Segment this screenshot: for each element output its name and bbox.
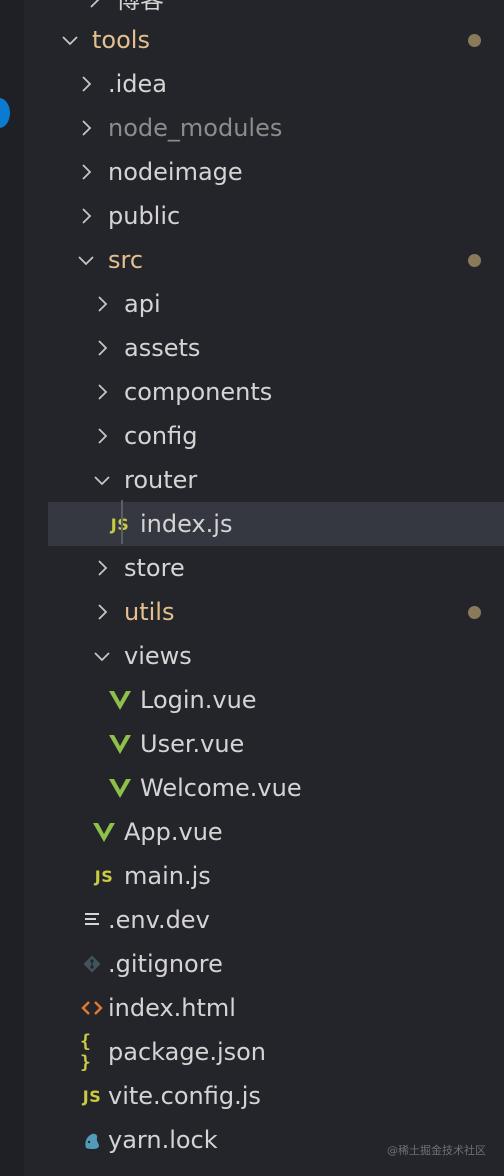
tree-folder-row[interactable]: utils <box>48 590 504 634</box>
vue-icon <box>92 821 116 843</box>
tree-item-label: index.js <box>140 510 233 538</box>
tree-item-label: Welcome.vue <box>140 774 302 802</box>
tree-item-label: node_modules <box>108 114 283 142</box>
tree-file-row[interactable]: JS vite.config.js <box>48 1074 504 1118</box>
tree-folder-row[interactable]: api <box>48 282 504 326</box>
tree-item-label: router <box>124 466 198 494</box>
watermark: @稀土掘金技术社区 <box>387 1144 486 1157</box>
tree-item-label: User.vue <box>140 730 245 758</box>
tree-item-label: config <box>124 422 198 450</box>
chevron-right-icon <box>76 74 96 94</box>
chevron-right-icon <box>92 338 112 358</box>
tree-file-row[interactable]: JS index.js <box>48 502 504 546</box>
tree-item-label: 博客 <box>116 0 164 14</box>
tree-file-row[interactable]: App.vue <box>48 810 504 854</box>
env-file-icon <box>80 909 104 931</box>
vue-icon <box>108 689 132 711</box>
tree-item-label: public <box>108 202 181 230</box>
tree-folder-row[interactable]: .idea <box>48 62 504 106</box>
tree-item-label: views <box>124 642 192 670</box>
js-icon: JS <box>82 1086 102 1106</box>
tree-folder-row[interactable]: router <box>48 458 504 502</box>
chevron-right-icon <box>92 426 112 446</box>
chevron-right-icon <box>76 118 96 138</box>
tree-file-row[interactable]: JS main.js <box>48 854 504 898</box>
chevron-right-icon <box>76 162 96 182</box>
tree-file-row[interactable]: Welcome.vue <box>48 766 504 810</box>
chevron-right-icon <box>92 558 112 578</box>
js-icon: JS <box>94 866 114 886</box>
tree-item-label: .env.dev <box>108 906 210 934</box>
tree-file-row[interactable]: { } package.json <box>48 1030 504 1074</box>
chevron-right-icon <box>84 0 104 10</box>
tree-folder-row[interactable]: config <box>48 414 504 458</box>
tree-item-label: store <box>124 554 185 582</box>
yarn-icon <box>80 1129 104 1151</box>
html-icon <box>80 997 104 1019</box>
tree-file-row[interactable]: User.vue <box>48 722 504 766</box>
tree-item-label: App.vue <box>124 818 223 846</box>
activity-bar <box>0 0 24 1176</box>
modified-dot <box>468 254 481 267</box>
tree-folder-row[interactable]: node_modules <box>48 106 504 150</box>
chevron-down-icon <box>60 30 80 50</box>
vue-icon <box>108 777 132 799</box>
vue-icon <box>108 733 132 755</box>
chevron-down-icon <box>76 250 96 270</box>
js-icon: JS <box>110 514 130 534</box>
tree-folder-row[interactable]: components <box>48 370 504 414</box>
chevron-down-icon <box>92 646 112 666</box>
chevron-right-icon <box>92 382 112 402</box>
tree-folder-row[interactable]: src <box>48 238 504 282</box>
modified-dot <box>468 34 481 47</box>
tree-file-row[interactable]: .env.dev <box>48 898 504 942</box>
json-icon: { } <box>80 1031 91 1073</box>
tree-folder-row[interactable]: nodeimage <box>48 150 504 194</box>
tree-item-label: yarn.lock <box>108 1126 218 1154</box>
tree-file-row[interactable]: .gitignore <box>48 942 504 986</box>
notification-badge[interactable] <box>0 98 10 128</box>
tree-folder-row[interactable]: tools <box>48 18 504 62</box>
tree-item-label: .idea <box>108 70 168 98</box>
tree-folder-row[interactable]: store <box>48 546 504 590</box>
tree-item-label: main.js <box>124 862 211 890</box>
file-explorer-panel: 博客 tools .idea node_modules nodeimage public… <box>24 0 504 1176</box>
git-icon <box>80 953 104 975</box>
tree-item-label: src <box>108 246 144 274</box>
chevron-down-icon <box>92 470 112 490</box>
chevron-right-icon <box>92 294 112 314</box>
tree-item-label: nodeimage <box>108 158 243 186</box>
tree-folder-row[interactable]: views <box>48 634 504 678</box>
tree-item-label: tools <box>92 26 150 54</box>
tree-item-label: package.json <box>108 1038 267 1066</box>
tree-item-label: vite.config.js <box>108 1082 261 1110</box>
tree-file-row[interactable]: index.html <box>48 986 504 1030</box>
chevron-right-icon <box>76 206 96 226</box>
indent-guide <box>121 500 123 544</box>
tree-item-label: index.html <box>108 994 236 1022</box>
tree-item-label: components <box>124 378 273 406</box>
tree-folder-row[interactable]: assets <box>48 326 504 370</box>
tree-item-label: .gitignore <box>108 950 223 978</box>
tree-item-label: api <box>124 290 161 318</box>
chevron-right-icon <box>92 602 112 622</box>
tree-file-row[interactable]: Login.vue <box>48 678 504 722</box>
tree-folder-row[interactable]: public <box>48 194 504 238</box>
tree-item-label: utils <box>124 598 175 626</box>
modified-dot <box>468 606 481 619</box>
tree-item-label: Login.vue <box>140 686 257 714</box>
tree-item-label: assets <box>124 334 201 362</box>
